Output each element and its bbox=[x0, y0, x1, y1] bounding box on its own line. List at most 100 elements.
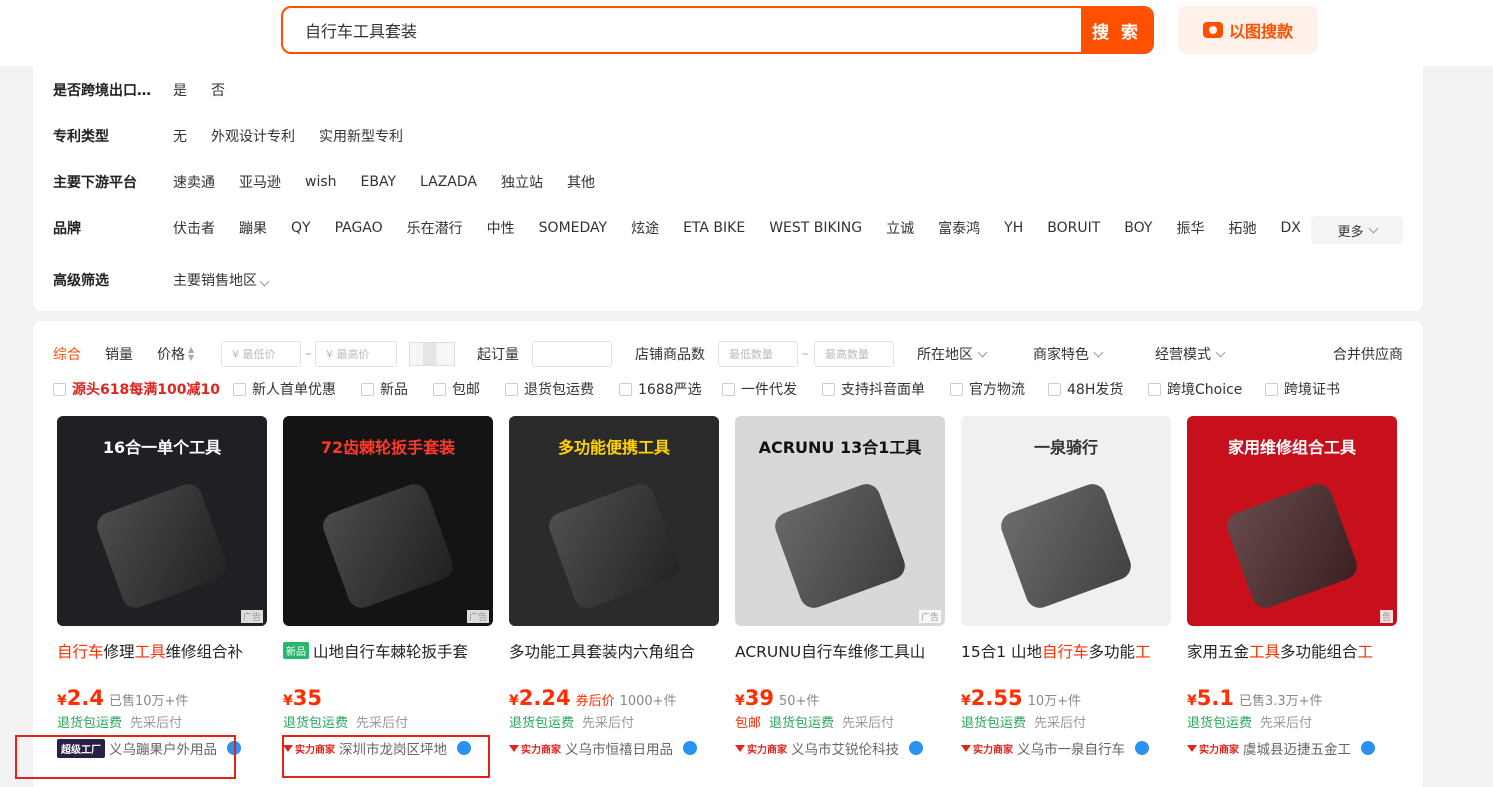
price-range-chart-icon[interactable] bbox=[409, 341, 455, 367]
filter-option[interactable]: 无 bbox=[173, 126, 187, 146]
brand-option[interactable]: WEST BIKING bbox=[769, 220, 862, 236]
region-dropdown[interactable]: 主要销售地区 bbox=[173, 270, 270, 290]
filter-option[interactable]: wish bbox=[305, 174, 337, 190]
search-input[interactable] bbox=[283, 8, 1081, 52]
brand-more-button[interactable]: 更多 bbox=[1311, 216, 1403, 244]
price-row: ¥2.24 券后价 1000+件 bbox=[509, 686, 719, 712]
tag-checkbox[interactable]: 新人首单优惠 bbox=[233, 379, 336, 399]
merchant-filter[interactable]: 商家特色 bbox=[1033, 341, 1104, 367]
sort-comprehensive[interactable]: 综合 bbox=[53, 341, 81, 367]
product-title[interactable]: ACRUNU自行车维修工具山 bbox=[735, 640, 945, 662]
filter-option[interactable]: 亚马逊 bbox=[239, 172, 281, 192]
sort-price[interactable]: 价格 ▲ ▼ bbox=[157, 341, 194, 367]
product-card[interactable]: 家用维修组合工具告家用五金工具多功能组合工 ¥5.1 已售3.3万+件 退货包运费 先采… bbox=[1187, 416, 1397, 760]
brand-option[interactable]: 蹦果 bbox=[239, 218, 267, 238]
tag-label: 新品 bbox=[380, 382, 408, 398]
chat-icon[interactable] bbox=[683, 741, 697, 755]
max-price-input[interactable]: ¥ 最高价 bbox=[315, 341, 397, 367]
qty-dash: – bbox=[802, 346, 809, 362]
brand-option[interactable]: SOMEDAY bbox=[539, 220, 607, 236]
product-image[interactable]: 一泉骑行 bbox=[961, 416, 1171, 626]
sort-sales[interactable]: 销量 bbox=[105, 341, 133, 367]
product-title[interactable]: 15合1 山地自行车多功能工 bbox=[961, 640, 1171, 662]
tag-checkbox[interactable]: 跨境证书 bbox=[1265, 379, 1340, 399]
product-title[interactable]: 自行车修理工具维修组合补 bbox=[57, 640, 267, 662]
product-card[interactable]: 一泉骑行 15合1 山地自行车多功能工 ¥2.55 10万+件 退货包运费 先采后付 实力商… bbox=[961, 416, 1171, 760]
brand-option[interactable]: 振华 bbox=[1176, 218, 1204, 238]
tag-checkbox[interactable]: 退货包运费 bbox=[505, 379, 594, 399]
tag-checkbox[interactable]: 支持抖音面单 bbox=[822, 379, 925, 399]
max-qty-input[interactable]: 最高数量 bbox=[814, 341, 894, 367]
shop-name[interactable]: 义乌市一泉自行车 bbox=[1017, 738, 1125, 758]
shop-row[interactable]: 实力商家 义乌市艾锐伦科技 bbox=[735, 736, 945, 760]
tag-checkbox[interactable]: 包邮 bbox=[433, 379, 480, 399]
product-title[interactable]: 家用五金工具多功能组合工 bbox=[1187, 640, 1397, 662]
brand-option[interactable]: BORUIT bbox=[1047, 220, 1100, 236]
tag-checkbox[interactable]: 源头618每满100减10 bbox=[53, 379, 220, 399]
shop-row[interactable]: 实力商家 义乌市一泉自行车 bbox=[961, 736, 1171, 760]
product-card[interactable]: 多功能便携工具 多功能工具套装内六角组合 ¥2.24 券后价 1000+件 退货包运费 先采… bbox=[509, 416, 719, 760]
tag-checkbox[interactable]: 跨境Choice bbox=[1148, 379, 1242, 399]
filter-option[interactable]: LAZADA bbox=[420, 174, 477, 190]
brand-option[interactable]: QY bbox=[291, 220, 311, 236]
filter-option[interactable]: 否 bbox=[211, 80, 225, 100]
product-card[interactable]: 16合一单个工具 广告 自行车修理工具维修组合补 ¥2.4 已售10万+件 退货包运费 先采… bbox=[57, 416, 267, 760]
tag-label: 一件代发 bbox=[741, 382, 797, 398]
brand-option[interactable]: PAGAO bbox=[335, 220, 383, 236]
region-filter[interactable]: 所在地区 bbox=[917, 341, 988, 367]
region-filter-label: 所在地区 bbox=[917, 347, 973, 363]
product-image[interactable]: 16合一单个工具 广告 bbox=[57, 416, 267, 626]
chat-icon[interactable] bbox=[909, 741, 923, 755]
filter-option[interactable]: EBAY bbox=[361, 174, 397, 190]
image-search-button[interactable]: 以图搜款 bbox=[1178, 6, 1318, 54]
tag-checkbox[interactable]: 一件代发 bbox=[722, 379, 797, 399]
product-image[interactable]: 72齿棘轮扳手套装 广告 bbox=[283, 416, 493, 626]
shop-row[interactable]: 实力商家 虞城县迈捷五金工 bbox=[1187, 736, 1397, 760]
filter-option[interactable]: 是 bbox=[173, 80, 187, 100]
chat-icon[interactable] bbox=[1135, 741, 1149, 755]
chat-icon[interactable] bbox=[1361, 741, 1375, 755]
tag-checkbox[interactable]: 48H发货 bbox=[1048, 379, 1123, 399]
brand-option[interactable]: 富泰鸿 bbox=[938, 218, 980, 238]
brand-option[interactable]: DX bbox=[1280, 220, 1300, 236]
title-segment: 多功能工具套装内六角组合 bbox=[509, 643, 696, 661]
title-segment: 自行车 bbox=[1042, 643, 1089, 661]
tag-checkbox[interactable]: 1688严选 bbox=[619, 379, 702, 399]
highlight-box bbox=[15, 735, 236, 779]
product-title[interactable]: 多功能工具套装内六角组合 bbox=[509, 640, 719, 662]
product-card[interactable]: 72齿棘轮扳手套装 广告 新品 山地自行车棘轮扳手套 ¥35 退货包运费 先采后付 实力商家深… bbox=[283, 416, 493, 760]
shop-name[interactable]: 义乌市艾锐伦科技 bbox=[791, 738, 899, 758]
brand-option[interactable]: 乐在潜行 bbox=[407, 218, 463, 238]
brand-option[interactable]: 炫途 bbox=[631, 218, 659, 238]
chevron-down-icon bbox=[1368, 223, 1378, 233]
brand-option[interactable]: BOY bbox=[1124, 220, 1152, 236]
product-card[interactable]: ACRUNU 13合1工具 广告 ACRUNU自行车维修工具山 ¥39 50+件 包邮 退货… bbox=[735, 416, 945, 760]
min-qty-input[interactable]: 最低数量 bbox=[718, 341, 798, 367]
brand-option[interactable]: 伏击者 bbox=[173, 218, 215, 238]
filter-option[interactable]: 速卖通 bbox=[173, 172, 215, 192]
checkbox bbox=[1265, 382, 1278, 396]
filter-option[interactable]: 实用新型专利 bbox=[319, 126, 403, 146]
merge-suppliers[interactable]: 合并供应商 bbox=[1333, 341, 1403, 367]
shop-name[interactable]: 义乌市恒禧日用品 bbox=[565, 738, 673, 758]
brand-option[interactable]: 立诚 bbox=[886, 218, 914, 238]
search-button[interactable]: 搜 索 bbox=[1081, 8, 1152, 52]
product-image[interactable]: ACRUNU 13合1工具 广告 bbox=[735, 416, 945, 626]
brand-option[interactable]: 中性 bbox=[487, 218, 515, 238]
tag-checkbox[interactable]: 新品 bbox=[361, 379, 408, 399]
filter-option[interactable]: 独立站 bbox=[501, 172, 543, 192]
shop-row[interactable]: 实力商家 义乌市恒禧日用品 bbox=[509, 736, 719, 760]
product-image[interactable]: 家用维修组合工具告 bbox=[1187, 416, 1397, 626]
brand-option[interactable]: ETA BIKE bbox=[683, 220, 745, 236]
moq-input[interactable] bbox=[532, 341, 612, 367]
min-price-input[interactable]: ¥ 最低价 bbox=[221, 341, 301, 367]
product-title[interactable]: 新品 山地自行车棘轮扳手套 bbox=[283, 640, 493, 662]
product-image[interactable]: 多功能便携工具 bbox=[509, 416, 719, 626]
filter-option[interactable]: 其他 bbox=[567, 172, 595, 192]
brand-option[interactable]: YH bbox=[1004, 220, 1023, 236]
filter-option[interactable]: 外观设计专利 bbox=[211, 126, 295, 146]
tag-checkbox[interactable]: 官方物流 bbox=[950, 379, 1025, 399]
brand-option[interactable]: 拓驰 bbox=[1228, 218, 1256, 238]
shop-name[interactable]: 虞城县迈捷五金工 bbox=[1243, 738, 1351, 758]
mode-filter[interactable]: 经营模式 bbox=[1155, 341, 1226, 367]
